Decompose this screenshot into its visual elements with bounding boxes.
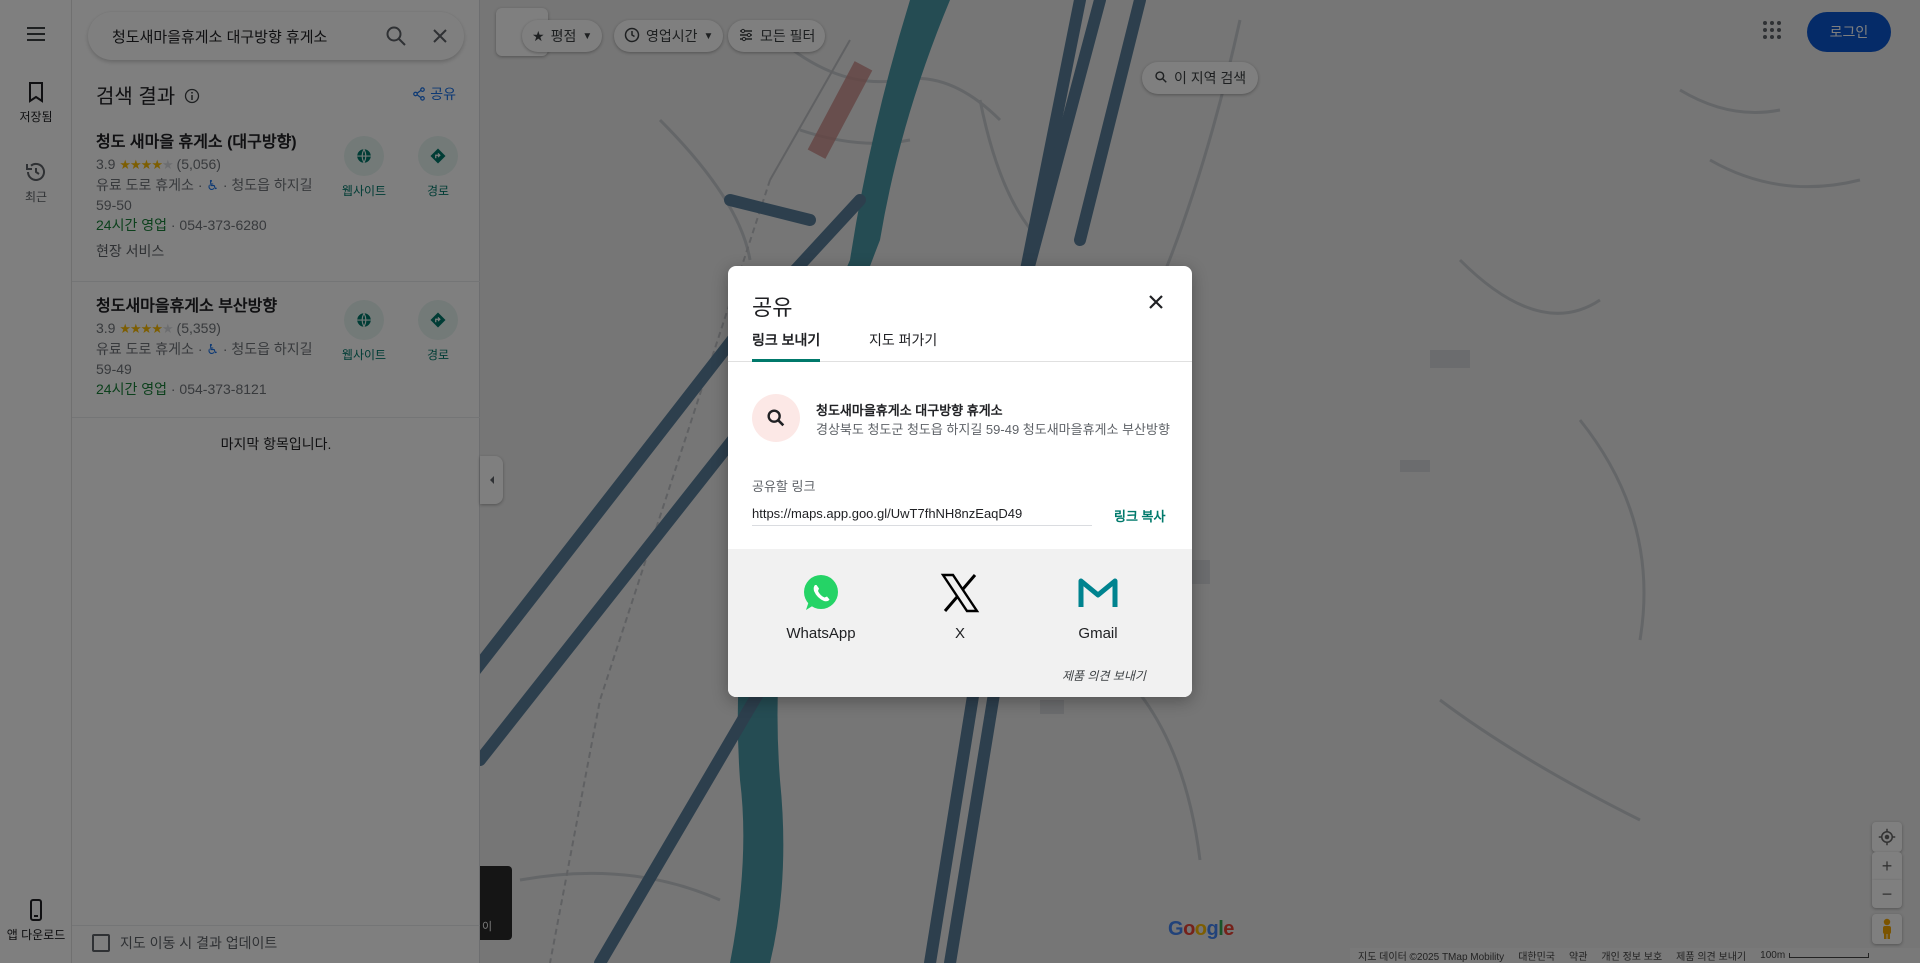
x-logo-icon	[938, 571, 982, 615]
gmail-label: Gmail	[1078, 625, 1118, 642]
share-whatsapp-button[interactable]: WhatsApp	[771, 571, 871, 642]
shared-place-name: 청도새마을휴게소 대구방향 휴게소	[816, 403, 1003, 418]
whatsapp-icon	[799, 571, 843, 615]
whatsapp-label: WhatsApp	[786, 625, 856, 642]
close-icon	[1149, 295, 1163, 309]
share-tabs: 링크 보내기 지도 퍼가기	[728, 328, 1192, 362]
search-icon	[752, 394, 800, 442]
copy-link-button[interactable]: 링크 복사	[1114, 506, 1165, 525]
share-x-button[interactable]: X	[910, 571, 1010, 642]
shared-place-summary: 청도새마을휴게소 대구방향 휴게소 경상북도 청도군 청도읍 하지길 59-49…	[752, 394, 1172, 442]
share-link-label: 공유할 링크	[752, 479, 816, 494]
tab-embed-map[interactable]: 지도 퍼가기	[869, 328, 937, 362]
tab-send-link[interactable]: 링크 보내기	[752, 328, 821, 362]
feedback-link[interactable]: 제품 의견 보내기	[1062, 667, 1146, 684]
share-dialog: 공유 링크 보내기 지도 퍼가기 청도새마을휴게소 대구방향 휴게소 경상북도 …	[728, 266, 1192, 697]
shared-place-address: 경상북도 청도군 청도읍 하지길 59-49 청도새마을휴게소 부산방향	[816, 422, 1170, 437]
gmail-icon	[1076, 571, 1120, 615]
share-services: WhatsApp X Gmail 제품 의견 보내기	[728, 549, 1192, 697]
share-gmail-button[interactable]: Gmail	[1048, 571, 1148, 642]
close-dialog-button[interactable]	[1142, 288, 1170, 316]
share-link-field[interactable]	[752, 502, 1092, 526]
dialog-title: 공유	[752, 295, 793, 320]
x-label: X	[954, 625, 965, 642]
